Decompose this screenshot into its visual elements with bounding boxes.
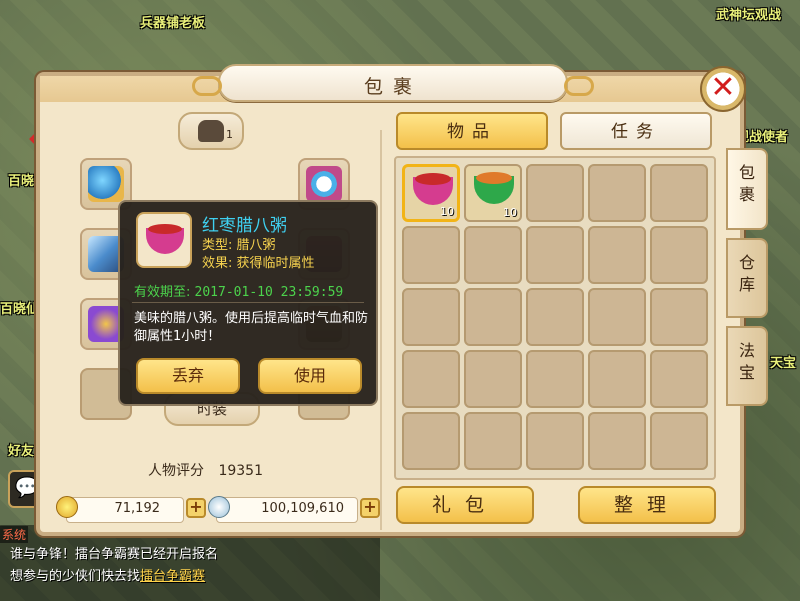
- inventory-slot-empty[interactable]: [526, 350, 584, 408]
- tooltip-description: 美味的腊八粥。使用后提高临时气血和防御属性1小时！: [134, 311, 369, 344]
- porridge-food-icon: [148, 224, 182, 234]
- panel-divider: [380, 130, 382, 530]
- inventory-slot-item[interactable]: 10: [402, 164, 460, 222]
- inventory-slot-empty[interactable]: [650, 226, 708, 284]
- inventory-slot-item[interactable]: 10: [464, 164, 522, 222]
- silver-value: 100,109,610: [261, 501, 344, 516]
- inventory-slot-empty[interactable]: [650, 412, 708, 470]
- tab-tasks[interactable]: 任务: [560, 112, 712, 150]
- inventory-slot-empty[interactable]: [464, 226, 522, 284]
- close-icon: ✕: [710, 70, 736, 105]
- inventory-slot-empty[interactable]: [464, 350, 522, 408]
- side-tab-treasure[interactable]: 法宝: [726, 326, 768, 406]
- inventory-slot-empty[interactable]: [526, 288, 584, 346]
- add-gold-button[interactable]: +: [186, 498, 206, 518]
- title-plate: 包裹: [192, 64, 594, 102]
- inventory-slot-empty[interactable]: [402, 288, 460, 346]
- inventory-slot-empty[interactable]: [464, 412, 522, 470]
- npc-label-weapon-shop: 兵器铺老板: [140, 16, 206, 31]
- tooltip-expiry: 有效期至: 2017-01-10 23:59:59: [134, 281, 343, 300]
- close-button[interactable]: ✕: [700, 66, 746, 112]
- inventory-slot-empty[interactable]: [526, 226, 584, 284]
- add-silver-button[interactable]: +: [360, 498, 380, 518]
- gold-coin-icon: [56, 496, 78, 518]
- side-tab-bag[interactable]: 包裹: [726, 148, 768, 230]
- inventory-slot-empty[interactable]: [402, 350, 460, 408]
- inventory-slot-empty[interactable]: [650, 288, 708, 346]
- character-score: 人物评分 19351: [148, 460, 263, 480]
- item-quantity: 10: [503, 206, 517, 219]
- inventory-slot-empty[interactable]: [588, 350, 646, 408]
- npc-label-arena: 武神坛观战: [716, 8, 782, 23]
- npc-label-tianbao: 天宝: [770, 356, 797, 371]
- chat-panel: 谁与争锋！擂台争霸赛已经开启报名 想参与的少侠们快去找擂台争霸赛: [0, 525, 380, 601]
- tab-items[interactable]: 物品: [396, 112, 548, 150]
- tooltip-item-icon: [136, 212, 192, 268]
- inventory-slot-empty[interactable]: [402, 412, 460, 470]
- side-tab-bag-label: 包裹: [738, 163, 755, 204]
- discard-button[interactable]: 丢弃: [136, 358, 240, 394]
- npc-label-baixiao: 百晓: [8, 174, 35, 189]
- silver-coin-icon: [208, 496, 230, 518]
- fashion-count: 1: [226, 128, 233, 141]
- inventory-slot-empty[interactable]: [588, 226, 646, 284]
- gold-value: 71,192: [114, 501, 161, 516]
- chat-line: 谁与争锋！擂台争霸赛已经开启报名: [10, 547, 219, 562]
- tooltip-separator: [132, 302, 364, 303]
- chat-link-arena[interactable]: 擂台争霸赛: [140, 569, 205, 584]
- expiry-label: 有效期至:: [134, 285, 191, 300]
- inventory-slot-empty[interactable]: [464, 288, 522, 346]
- chat-line: 想参与的少侠们快去找擂台争霸赛: [10, 565, 205, 584]
- side-tab-treasure-label: 法宝: [738, 341, 755, 382]
- gift-pack-button[interactable]: 礼包: [396, 486, 534, 524]
- necklace-icon: [306, 166, 342, 202]
- fashion-toggle-button[interactable]: 1: [178, 112, 244, 150]
- item-tooltip: 红枣腊八粥 类型: 腊八粥 效果: 获得临时属性 有效期至: 2017-01-1…: [118, 200, 378, 406]
- inventory-slot-empty[interactable]: [526, 412, 584, 470]
- inventory-slot-empty[interactable]: [588, 288, 646, 346]
- chat-channel-tag: 系统: [0, 526, 29, 543]
- side-tab-warehouse-label: 仓库: [738, 253, 755, 294]
- panel-title: 包裹: [363, 76, 422, 98]
- porridge-food-icon: [415, 173, 451, 185]
- inventory-slot-empty[interactable]: [650, 350, 708, 408]
- inventory-slot-empty[interactable]: [650, 164, 708, 222]
- tooltip-item-type: 类型: 腊八粥: [202, 238, 276, 253]
- chat-text: 想参与的少侠们快去找: [10, 569, 141, 584]
- side-tab-warehouse[interactable]: 仓库: [726, 238, 768, 318]
- tooltip-item-effect: 效果: 获得临时属性: [202, 256, 315, 271]
- inventory-grid: 10 10: [394, 156, 716, 480]
- inventory-slot-empty[interactable]: [402, 226, 460, 284]
- score-value: 19351: [218, 463, 263, 479]
- fashion-icon: [198, 120, 224, 142]
- npc-label-baixiaoxian: 百晓仙: [0, 302, 40, 317]
- friends-label: 好友: [8, 444, 35, 459]
- inventory-slot-empty[interactable]: [526, 164, 584, 222]
- expiry-value: 2017-01-10 23:59:59: [194, 285, 344, 300]
- use-button[interactable]: 使用: [258, 358, 362, 394]
- item-quantity: 10: [440, 205, 454, 218]
- inventory-slot-empty[interactable]: [588, 164, 646, 222]
- tooltip-item-name: 红枣腊八粥: [202, 216, 287, 236]
- porridge-food-icon: [476, 172, 512, 184]
- helmet-icon: [88, 166, 124, 202]
- sort-button[interactable]: 整理: [578, 486, 716, 524]
- inventory-slot-empty[interactable]: [588, 412, 646, 470]
- score-label: 人物评分: [148, 463, 204, 479]
